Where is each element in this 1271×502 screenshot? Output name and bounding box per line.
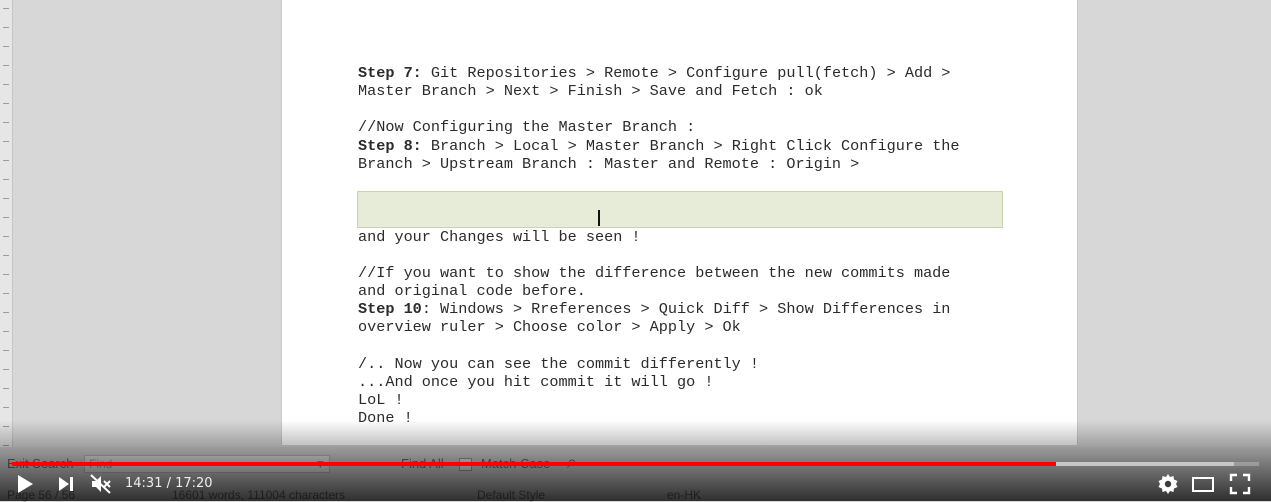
document-text[interactable]: Step 7: Git Repositories > Remote > Conf…: [357, 0, 1058, 428]
next-icon[interactable]: [54, 472, 78, 496]
line-text: Master Branch > Next > Finish > Save and…: [358, 82, 823, 100]
document-line: and your Changes will be seen !: [358, 228, 1058, 246]
find-toolbar: Exit Search Find ▾ Find All Match Case ⌕…: [0, 447, 1271, 502]
ruler-tick: [3, 160, 9, 161]
ruler-tick: [3, 369, 9, 370]
line-text: and original code before.: [358, 282, 586, 301]
ruler-tick: [3, 274, 9, 275]
theater-mode-icon[interactable]: [1191, 472, 1215, 496]
line-text: Branch > Local > Master Branch > Right C…: [421, 136, 960, 155]
play-icon[interactable]: [13, 472, 37, 496]
time-display: 14:31 / 17:20: [125, 476, 213, 491]
ruler-tick: [3, 8, 9, 9]
paragraph-style: Default Style: [477, 488, 546, 502]
ruler-tick: [3, 198, 9, 199]
ruler-tick: [3, 65, 9, 66]
document-line: Master Branch > Next > Finish > Save and…: [358, 82, 1058, 100]
ruler-tick: [3, 122, 9, 123]
document-line: LoL !: [358, 391, 1058, 409]
document-line: Done !: [358, 409, 1058, 427]
line-text: //If you want to show the difference bet…: [358, 263, 951, 282]
document-line: ...And once you hit commit it will go !: [358, 373, 1058, 391]
ruler-tick: [3, 426, 9, 427]
muted-volume-icon[interactable]: [89, 472, 113, 496]
ruler-tick: [3, 312, 9, 313]
ruler-tick: [3, 407, 9, 408]
ruler-tick: [3, 141, 9, 142]
document-line: Step 8: Branch > Local > Master Branch >…: [358, 137, 1058, 155]
ruler-tick: [3, 350, 9, 351]
text-selection-highlight: [357, 191, 1003, 228]
step-label: Step 10: [358, 300, 422, 319]
ruler-tick: [3, 236, 9, 237]
line-text: and your Changes will be seen !: [358, 227, 641, 246]
language-indicator: en-HK: [667, 488, 702, 502]
line-text: LoL !: [358, 391, 404, 410]
document-line: //If you want to show the difference bet…: [358, 264, 1058, 282]
line-text: //Now Configuring the Master Branch :: [358, 118, 696, 137]
progress-played: [12, 462, 1056, 466]
line-text: Branch > Upstream Branch : Master and Re…: [358, 154, 860, 173]
ruler-tick: [3, 46, 9, 47]
line-text: overview ruler > Choose color > Apply > …: [358, 318, 741, 337]
text-cursor: [598, 210, 600, 226]
ruler-tick: [3, 255, 9, 256]
progress-bar[interactable]: [12, 462, 1259, 466]
step-label: Step 8:: [358, 136, 422, 155]
ruler-tick: [3, 27, 9, 28]
document-line: //Now Configuring the Master Branch :: [358, 118, 1058, 136]
ruler-tick: [3, 293, 9, 294]
fullscreen-icon[interactable]: [1228, 472, 1252, 496]
ruler-tick: [3, 388, 9, 389]
line-text: ...And once you hit commit it will go !: [358, 373, 714, 391]
ruler-tick: [3, 331, 9, 332]
document-line: and original code before.: [358, 282, 1058, 300]
document-line: Step 10: Windows > Rreferences > Quick D…: [358, 300, 1058, 318]
settings-gear-icon[interactable]: [1156, 472, 1180, 496]
document-line: overview ruler > Choose color > Apply > …: [358, 318, 1058, 336]
document-line: Step 7: Git Repositories > Remote > Conf…: [358, 64, 1058, 82]
ruler-tick: [3, 103, 9, 104]
ruler-tick: [3, 217, 9, 218]
ruler-tick: [3, 445, 9, 446]
document-line: /.. Now you can see the commit different…: [358, 355, 1058, 373]
ruler-tick: [3, 84, 9, 85]
document-page[interactable]: Step 7: Git Repositories > Remote > Conf…: [281, 0, 1078, 445]
document-line: Branch > Upstream Branch : Master and Re…: [358, 155, 1058, 173]
ruler-tick: [3, 179, 9, 180]
vertical-ruler: [0, 0, 13, 470]
step-label: Step 7:: [358, 63, 422, 82]
line-text: /.. Now you can see the commit different…: [358, 354, 760, 373]
line-text: Git Repositories > Remote > Configure pu…: [421, 63, 951, 82]
line-text: : Windows > Rreferences > Quick Diff > S…: [421, 300, 951, 319]
line-text: Done !: [358, 409, 413, 428]
